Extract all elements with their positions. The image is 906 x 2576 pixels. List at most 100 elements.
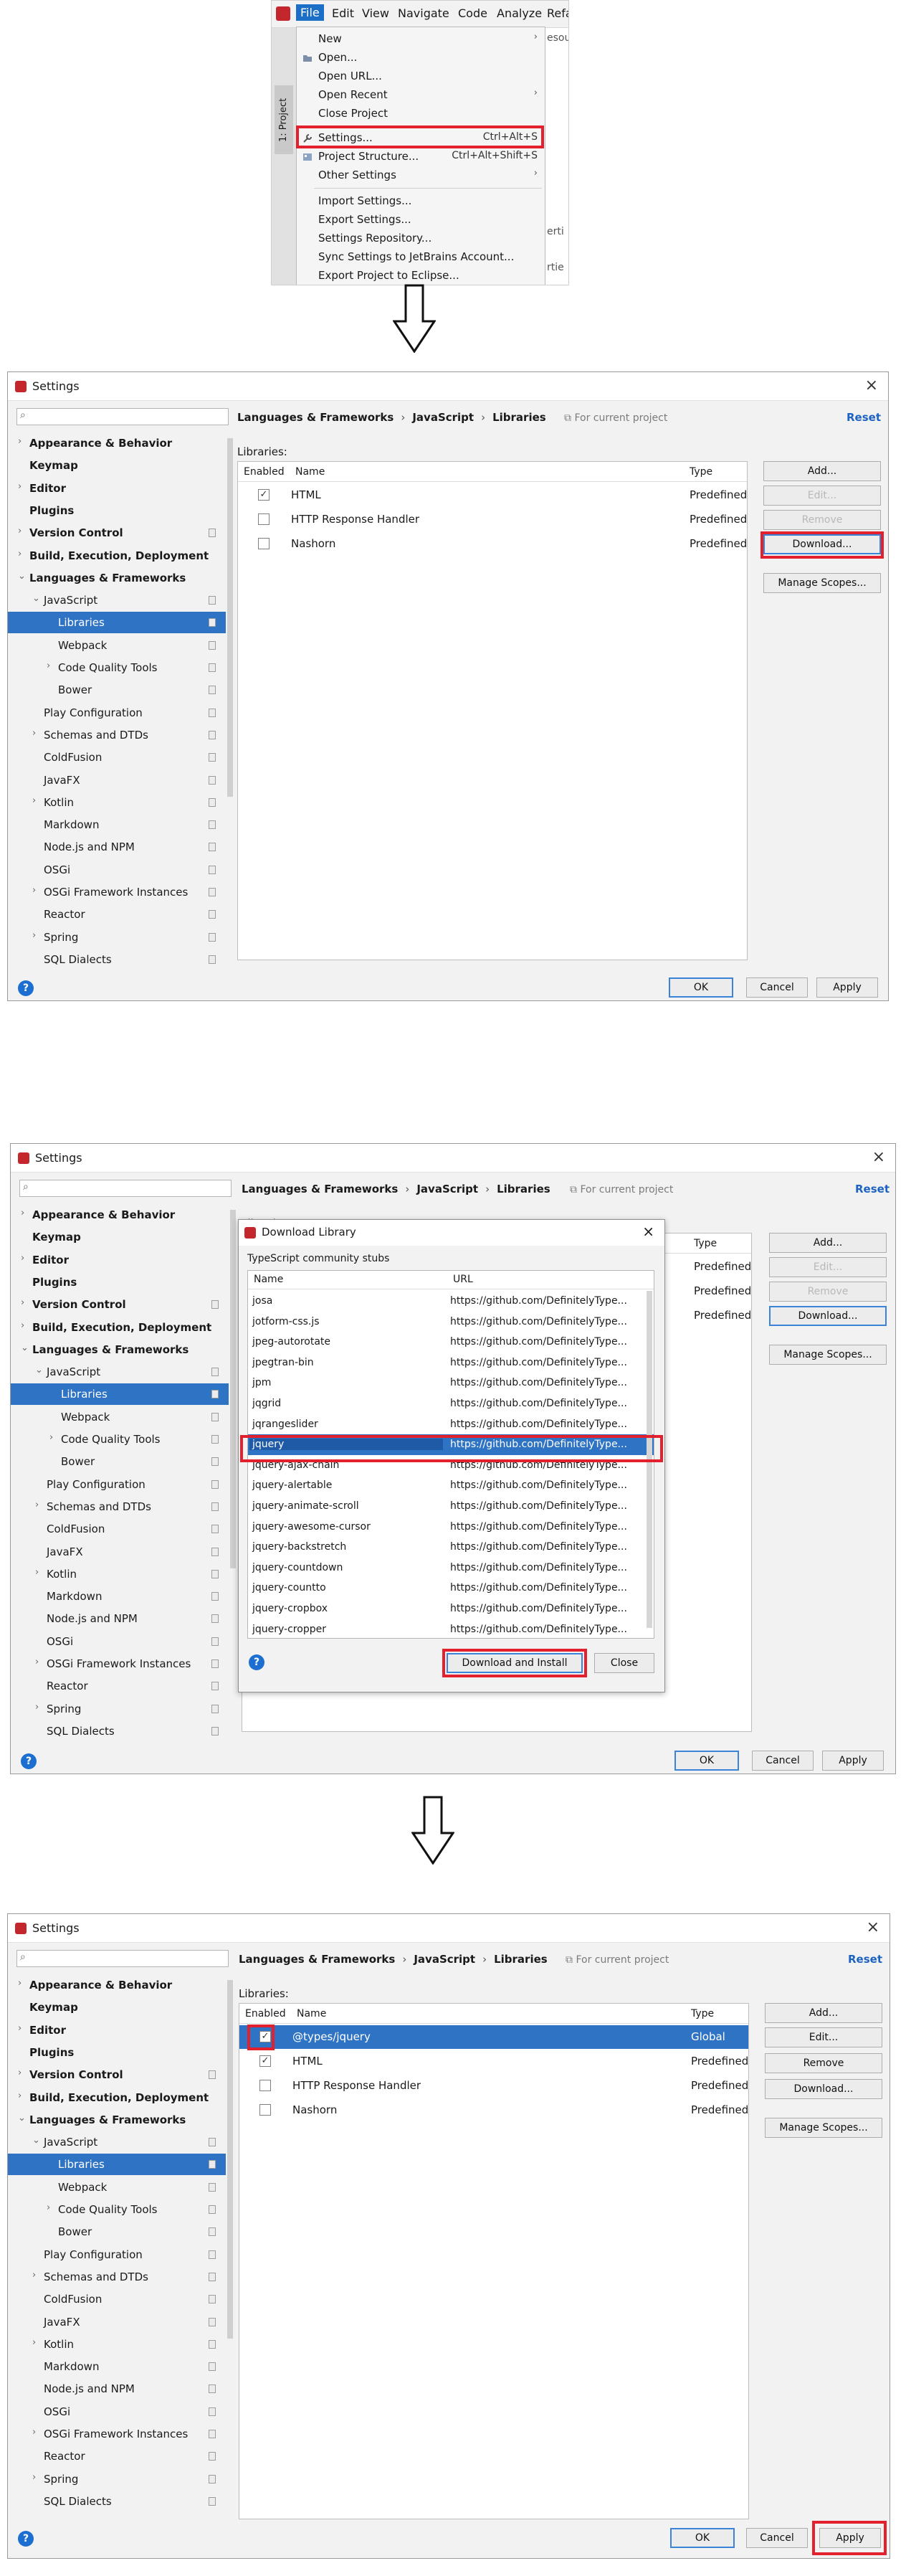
tree-item[interactable]: Keymap xyxy=(11,1226,229,1248)
menu-item-settings[interactable]: Settings... Ctrl+Alt+S xyxy=(297,129,545,148)
tree-item[interactable]: › Build, Execution, Deployment xyxy=(11,1317,229,1338)
cancel-button[interactable]: Cancel xyxy=(746,2528,808,2548)
menu-navigate[interactable]: Navigate xyxy=(398,6,449,20)
chevron-right-icon[interactable]: › xyxy=(49,1432,53,1443)
tree-item[interactable]: OSGi xyxy=(11,1631,229,1652)
library-list-row[interactable]: jquery-cropbox https://github.com/Definit… xyxy=(248,1599,654,1619)
tree-scrollbar[interactable] xyxy=(227,438,233,797)
library-list-row[interactable]: jquery-ajax-chain https://github.com/Defi… xyxy=(248,1455,654,1476)
add-button[interactable]: Add... xyxy=(769,1233,887,1253)
library-list-row[interactable]: jpegtran-bin https://github.com/Definitel… xyxy=(248,1353,654,1373)
tree-item[interactable]: › Editor xyxy=(8,478,226,499)
apply-button[interactable]: Apply xyxy=(816,977,878,998)
chevron-right-icon[interactable]: › xyxy=(18,2068,22,2078)
help-icon[interactable]: ? xyxy=(249,1654,264,1670)
enabled-checkbox[interactable] xyxy=(259,2080,271,2091)
download-button[interactable]: Download... xyxy=(769,1306,887,1326)
tree-item[interactable]: Webpack xyxy=(8,2177,226,2198)
download-button[interactable]: Download... xyxy=(765,2079,882,2099)
ok-button[interactable]: OK xyxy=(674,1751,739,1771)
tree-item[interactable]: Webpack xyxy=(8,635,226,656)
library-list-row[interactable]: jqrangeslider https://github.com/Definite… xyxy=(248,1414,654,1435)
settings-search-input[interactable]: ⌕ xyxy=(16,1950,229,1967)
tree-item[interactable]: Bower xyxy=(8,679,226,701)
reset-link[interactable]: Reset xyxy=(847,411,881,424)
tree-item[interactable]: ColdFusion xyxy=(8,2288,226,2310)
menu-item-close-project[interactable]: Close Project xyxy=(297,105,545,123)
chevron-right-icon[interactable]: › xyxy=(32,2427,36,2438)
chevron-right-icon[interactable]: › xyxy=(18,2090,22,2101)
tree-scrollbar[interactable] xyxy=(230,1210,236,1568)
library-list-row[interactable]: jqgrid https://github.com/DefinitelyType.… xyxy=(248,1393,654,1414)
tree-item[interactable]: › OSGi Framework Instances xyxy=(11,1653,229,1675)
tree-item[interactable]: Plugins xyxy=(8,2042,226,2063)
reset-link[interactable]: Reset xyxy=(855,1183,890,1195)
enabled-checkbox[interactable] xyxy=(258,538,270,549)
enabled-checkbox[interactable] xyxy=(258,513,270,525)
enabled-checkbox[interactable]: ✓ xyxy=(259,2055,271,2067)
list-scrollbar[interactable] xyxy=(647,1291,652,1628)
cancel-button[interactable]: Cancel xyxy=(752,1751,814,1771)
chevron-down-icon[interactable]: ⌄ xyxy=(32,2135,40,2146)
library-list-row[interactable]: jquery-backstretch https://github.com/Def… xyxy=(248,1537,654,1558)
cancel-button[interactable]: Cancel xyxy=(746,977,808,998)
tree-item[interactable]: ⌄ JavaScript xyxy=(8,2131,226,2153)
library-list-row[interactable]: jquery-animate-scroll https://github.com/… xyxy=(248,1496,654,1517)
chevron-right-icon[interactable]: › xyxy=(21,1297,24,1308)
project-tool-tab[interactable]: 1: Project xyxy=(275,85,293,154)
tree-item[interactable]: › Build, Execution, Deployment xyxy=(8,545,226,567)
tree-scrollbar[interactable] xyxy=(227,1980,233,2339)
chevron-right-icon[interactable]: › xyxy=(35,1657,39,1667)
chevron-right-icon[interactable]: › xyxy=(32,795,36,806)
tree-item[interactable]: › Version Control xyxy=(8,522,226,544)
library-list-row[interactable]: jquery https://github.com/DefinitelyType.… xyxy=(248,1434,654,1456)
chevron-right-icon[interactable]: › xyxy=(18,549,22,559)
chevron-right-icon[interactable]: › xyxy=(35,1702,39,1713)
close-icon[interactable]: × xyxy=(642,1223,654,1240)
apply-button[interactable]: Apply xyxy=(822,1751,884,1771)
chevron-down-icon[interactable]: ⌄ xyxy=(18,2113,26,2123)
tree-item[interactable]: OSGi xyxy=(8,859,226,881)
tree-item[interactable]: › Code Quality Tools xyxy=(8,657,226,678)
tree-item[interactable]: › Version Control xyxy=(8,2064,226,2085)
menu-edit[interactable]: Edit xyxy=(332,6,354,20)
tree-item[interactable]: ColdFusion xyxy=(11,1518,229,1540)
close-icon[interactable]: × xyxy=(865,377,878,394)
menu-item-settings-repository[interactable]: Settings Repository... xyxy=(297,229,545,248)
tree-item[interactable]: Play Configuration xyxy=(8,2244,226,2265)
tree-item[interactable]: Reactor xyxy=(8,2445,226,2467)
chevron-right-icon[interactable]: › xyxy=(18,1978,22,1989)
chevron-right-icon[interactable]: › xyxy=(18,436,22,447)
tree-item[interactable]: Libraries xyxy=(8,2154,226,2176)
tree-item[interactable]: ⌄ Languages & Frameworks xyxy=(8,2109,226,2131)
tree-item[interactable]: › Editor xyxy=(8,2019,226,2041)
apply-button[interactable]: Apply xyxy=(819,2528,881,2548)
chevron-right-icon[interactable]: › xyxy=(18,526,22,536)
tree-item[interactable]: Markdown xyxy=(8,2356,226,2377)
chevron-right-icon[interactable]: › xyxy=(35,1500,39,1510)
chevron-right-icon[interactable]: › xyxy=(32,728,36,739)
menu-code[interactable]: Code xyxy=(458,6,487,20)
close-icon[interactable]: × xyxy=(872,1148,885,1166)
tree-item[interactable]: ColdFusion xyxy=(8,747,226,768)
tree-item[interactable]: › Editor xyxy=(11,1249,229,1271)
chevron-right-icon[interactable]: › xyxy=(32,885,36,896)
tree-item[interactable]: › Code Quality Tools xyxy=(11,1429,229,1450)
manage-scopes-button[interactable]: Manage Scopes... xyxy=(765,2118,882,2138)
library-list-row[interactable]: jquery-cropper https://github.com/Definit… xyxy=(248,1619,654,1638)
download-button[interactable]: Download... xyxy=(763,534,881,554)
tree-item[interactable]: › Kotlin xyxy=(8,2334,226,2355)
edit-button[interactable]: Edit... xyxy=(763,486,881,506)
remove-button[interactable]: Remove xyxy=(763,510,881,530)
menu-analyze[interactable]: Analyze xyxy=(497,6,542,20)
tree-item[interactable]: Plugins xyxy=(8,500,226,521)
tree-item[interactable]: Node.js and NPM xyxy=(11,1608,229,1629)
close-icon[interactable]: × xyxy=(867,1918,879,1936)
menu-item-open-url[interactable]: Open URL... xyxy=(297,67,545,86)
tree-item[interactable]: ⌄ JavaScript xyxy=(11,1361,229,1383)
settings-search-input[interactable]: ⌕ xyxy=(16,408,229,425)
library-list-row[interactable]: josa https://github.com/DefinitelyType... xyxy=(248,1291,654,1312)
menu-view[interactable]: View xyxy=(362,6,389,20)
enabled-checkbox[interactable] xyxy=(259,2104,271,2116)
tree-item[interactable]: Webpack xyxy=(11,1406,229,1428)
